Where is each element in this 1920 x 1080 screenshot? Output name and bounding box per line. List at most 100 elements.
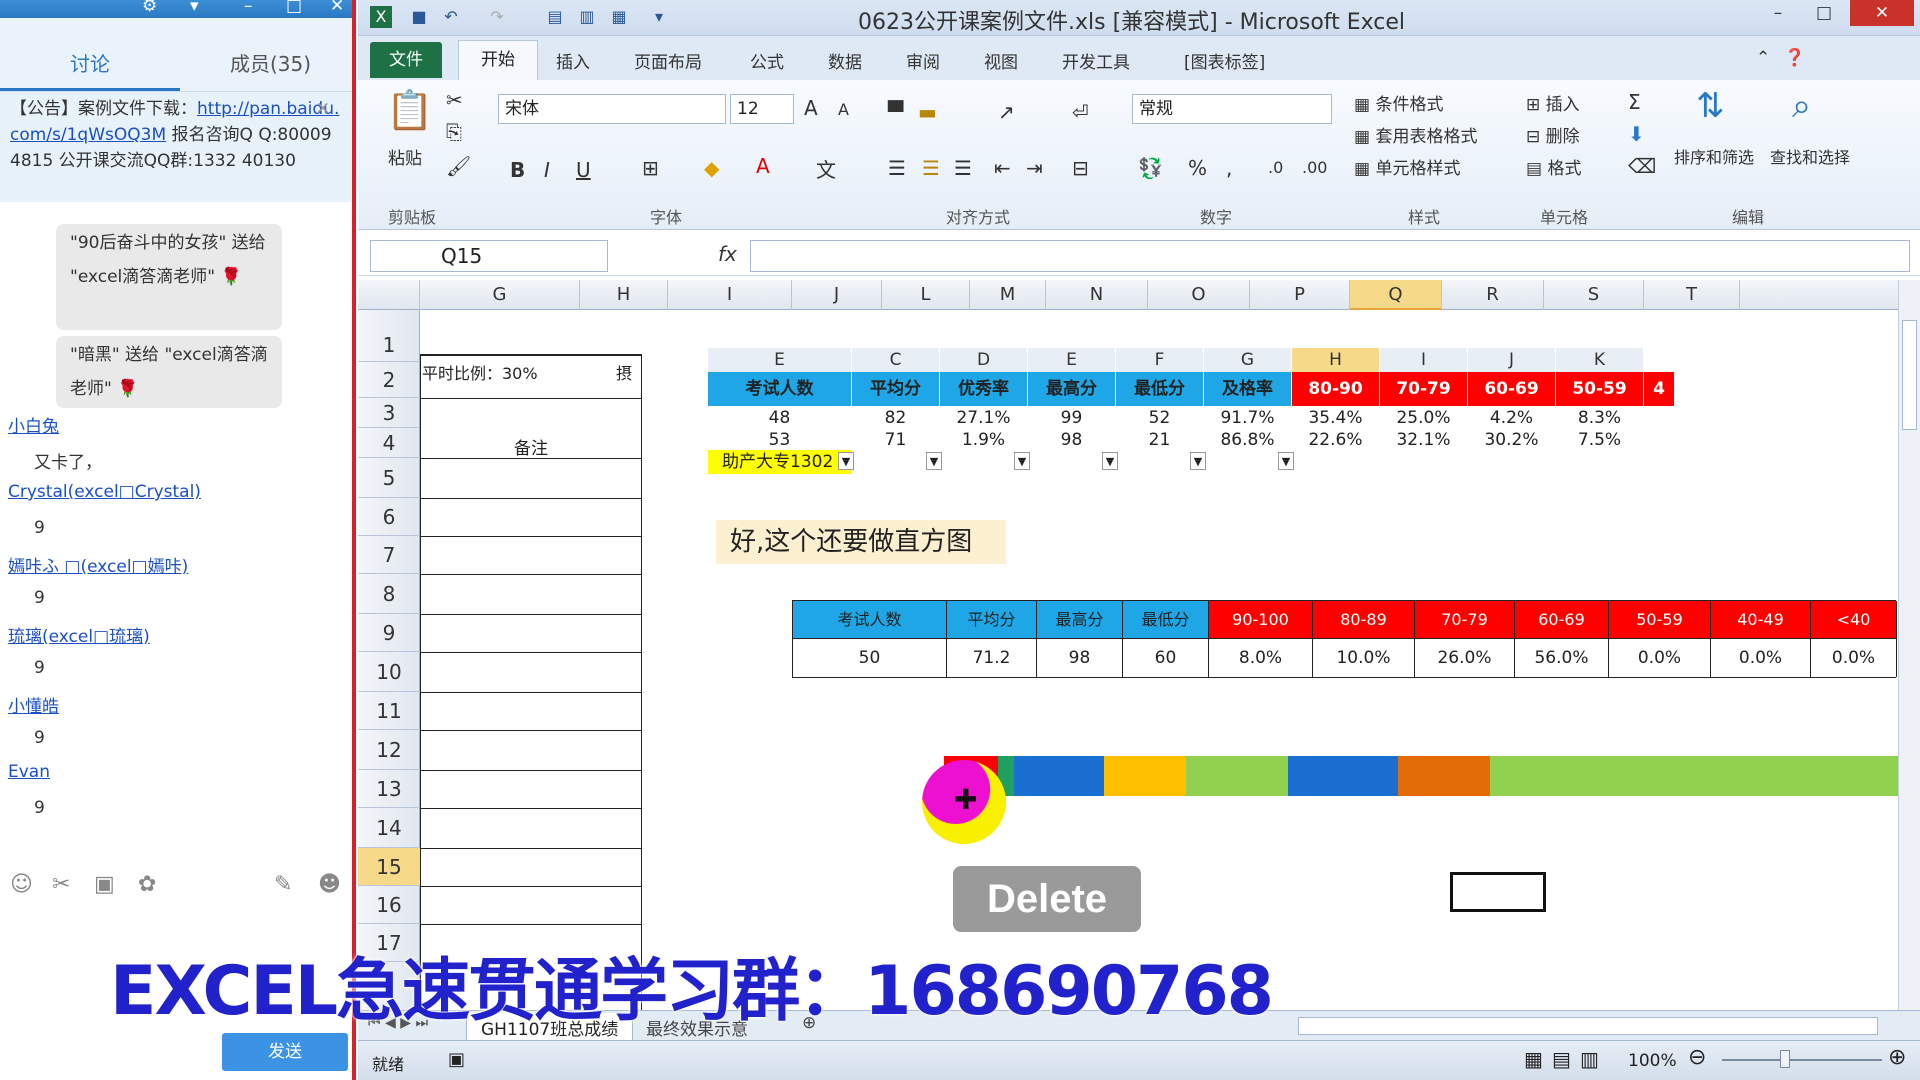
wrap-text-icon[interactable]: ⏎ xyxy=(1072,100,1089,124)
number-format-select[interactable]: 常规 xyxy=(1132,94,1332,124)
close-icon[interactable]: ✕ xyxy=(1850,0,1914,26)
tab-developer[interactable]: 开发工具 xyxy=(1062,48,1130,73)
underline-icon[interactable]: U xyxy=(576,158,591,182)
font-size-select[interactable]: 12 xyxy=(730,94,794,124)
format-as-table-button[interactable]: ▦ 套用表格格式 xyxy=(1354,122,1477,147)
column-header[interactable]: H xyxy=(580,280,668,310)
row-header[interactable]: 3 xyxy=(358,398,420,428)
delete-cells-button[interactable]: ⊟ 删除 xyxy=(1526,122,1580,147)
shrink-font-icon[interactable]: A xyxy=(838,100,849,119)
message-nick[interactable]: 嫣咔ふ □(excel□嫣咔) xyxy=(8,552,188,577)
image-icon[interactable]: ▣ xyxy=(94,872,115,897)
borders-icon[interactable]: ⊞ xyxy=(642,156,659,180)
undo-icon[interactable]: ↶ xyxy=(440,6,462,28)
autosum-icon[interactable]: Σ xyxy=(1628,90,1641,114)
column-header[interactable]: N xyxy=(1046,280,1148,310)
column-header[interactable]: L xyxy=(882,280,970,310)
tab-page-layout[interactable]: 页面布局 xyxy=(634,48,702,73)
column-header[interactable]: G xyxy=(420,280,580,310)
row-header[interactable]: 16 xyxy=(358,886,420,924)
column-header[interactable]: I xyxy=(668,280,792,310)
scissors-icon[interactable]: ✂ xyxy=(52,872,70,897)
column-header[interactable]: T xyxy=(1644,280,1740,310)
italic-icon[interactable]: I xyxy=(544,158,550,182)
redo-icon[interactable]: ↷ xyxy=(486,6,508,28)
cell-styles-button[interactable]: ▦ 单元格样式 xyxy=(1354,154,1460,179)
print-icon[interactable]: ▥ xyxy=(576,6,598,28)
minimize-icon[interactable]: – xyxy=(244,0,253,16)
page-break-view-icon[interactable]: ▥ xyxy=(1580,1047,1599,1071)
tab-insert[interactable]: 插入 xyxy=(556,48,590,73)
tab-view[interactable]: 视图 xyxy=(984,48,1018,73)
zoom-in-icon[interactable]: ⊕ xyxy=(1888,1045,1906,1070)
bold-icon[interactable]: B xyxy=(510,158,525,182)
column-header[interactable]: J xyxy=(792,280,882,310)
message-nick[interactable]: Evan xyxy=(8,762,50,782)
vertical-scrollbar[interactable] xyxy=(1898,280,1920,1010)
paste-icon[interactable]: 📋 xyxy=(386,88,433,133)
maximize-icon[interactable]: □ xyxy=(286,0,302,16)
row-header[interactable]: 2 xyxy=(358,362,420,398)
row-header[interactable]: 14 xyxy=(358,808,420,848)
row-header[interactable]: 8 xyxy=(358,574,420,614)
send-button[interactable]: 发送 xyxy=(222,1033,348,1071)
decrease-indent-icon[interactable]: ⇤ xyxy=(994,156,1011,180)
cut-icon[interactable]: ✂ xyxy=(446,88,463,112)
comma-icon[interactable]: , xyxy=(1226,156,1232,180)
row-header[interactable]: 4 xyxy=(358,428,420,458)
increase-decimal-icon[interactable]: .0 xyxy=(1268,158,1283,177)
row-header[interactable]: 7 xyxy=(358,536,420,574)
tab-chart-tools[interactable]: [图表标签] xyxy=(1184,48,1265,73)
column-header[interactable]: P xyxy=(1250,280,1350,310)
close-icon[interactable]: ✕ xyxy=(330,0,344,16)
align-left-icon[interactable]: ☰ xyxy=(888,156,906,180)
currency-icon[interactable]: 💱 xyxy=(1138,156,1163,180)
filter-dropdown-icon[interactable]: ▼ xyxy=(838,452,854,470)
row-header[interactable]: 11 xyxy=(358,692,420,730)
name-box[interactable]: Q15 xyxy=(370,240,608,272)
zoom-level[interactable]: 100% xyxy=(1628,1051,1677,1071)
insert-cells-button[interactable]: ⊞ 插入 xyxy=(1526,90,1580,115)
row-header-selected[interactable]: 15 xyxy=(358,848,420,886)
filter-cell[interactable]: 助产大专1302 xyxy=(708,450,852,474)
grow-font-icon[interactable]: A xyxy=(804,96,818,120)
align-top-icon[interactable]: ▀ xyxy=(888,100,903,124)
message-nick[interactable]: Crystal(excel□Crystal) xyxy=(8,482,201,502)
close-notice-icon[interactable]: ✕ xyxy=(316,96,330,122)
minimize-icon[interactable]: – xyxy=(1758,0,1798,26)
column-header[interactable]: S xyxy=(1544,280,1644,310)
settings-icon[interactable]: ⚙ xyxy=(142,0,157,16)
fill-color-icon[interactable]: ◆ xyxy=(704,156,719,180)
decrease-decimal-icon[interactable]: .00 xyxy=(1302,158,1327,177)
merge-cells-icon[interactable]: ⊟ xyxy=(1072,156,1089,180)
normal-view-icon[interactable]: ▦ xyxy=(1524,1047,1543,1071)
align-middle-icon[interactable]: ▬ xyxy=(918,100,937,124)
zoom-slider[interactable] xyxy=(1722,1059,1882,1061)
clear-icon[interactable]: ⌫ xyxy=(1628,154,1656,178)
select-all-corner[interactable] xyxy=(358,280,420,310)
worksheet-grid[interactable]: 平时比例：30% 摂 备注 E 考试人数 48 53 C 平均分 82 71 D 优秀率 27.1%… xyxy=(420,310,1898,1010)
scroll-thumb[interactable] xyxy=(1902,320,1917,430)
maximize-icon[interactable]: □ xyxy=(1804,0,1844,26)
row-header[interactable]: 9 xyxy=(358,614,420,652)
message-nick[interactable]: 小白兔 xyxy=(8,412,59,437)
tab-data[interactable]: 数据 xyxy=(828,48,862,73)
column-header-selected[interactable]: Q xyxy=(1350,280,1442,310)
horizontal-scrollbar[interactable] xyxy=(1298,1017,1878,1035)
row-header[interactable]: 5 xyxy=(358,458,420,498)
zoom-out-icon[interactable]: ⊖ xyxy=(1688,1045,1706,1070)
format-cells-button[interactable]: ▤ 格式 xyxy=(1526,154,1581,179)
ribbon-collapse-icon[interactable]: ⌃ xyxy=(1756,48,1770,68)
members-icon[interactable]: ☻ xyxy=(318,872,341,897)
font-color-icon[interactable]: A xyxy=(756,154,770,178)
save-icon[interactable]: ■ xyxy=(408,6,430,28)
phonetic-icon[interactable]: 文 xyxy=(816,154,836,183)
copy-icon[interactable]: ⎘ xyxy=(446,120,462,144)
page-layout-view-icon[interactable]: ▤ xyxy=(1552,1047,1571,1071)
fill-icon[interactable]: ⬇ xyxy=(1628,122,1645,146)
sort-filter-icon[interactable]: ⇅ xyxy=(1696,86,1725,126)
increase-indent-icon[interactable]: ⇥ xyxy=(1026,156,1043,180)
align-center-icon[interactable]: ☰ xyxy=(922,156,940,180)
message-nick[interactable]: 小懂皓 xyxy=(8,692,59,717)
gift-icon[interactable]: ✿ xyxy=(138,872,156,897)
